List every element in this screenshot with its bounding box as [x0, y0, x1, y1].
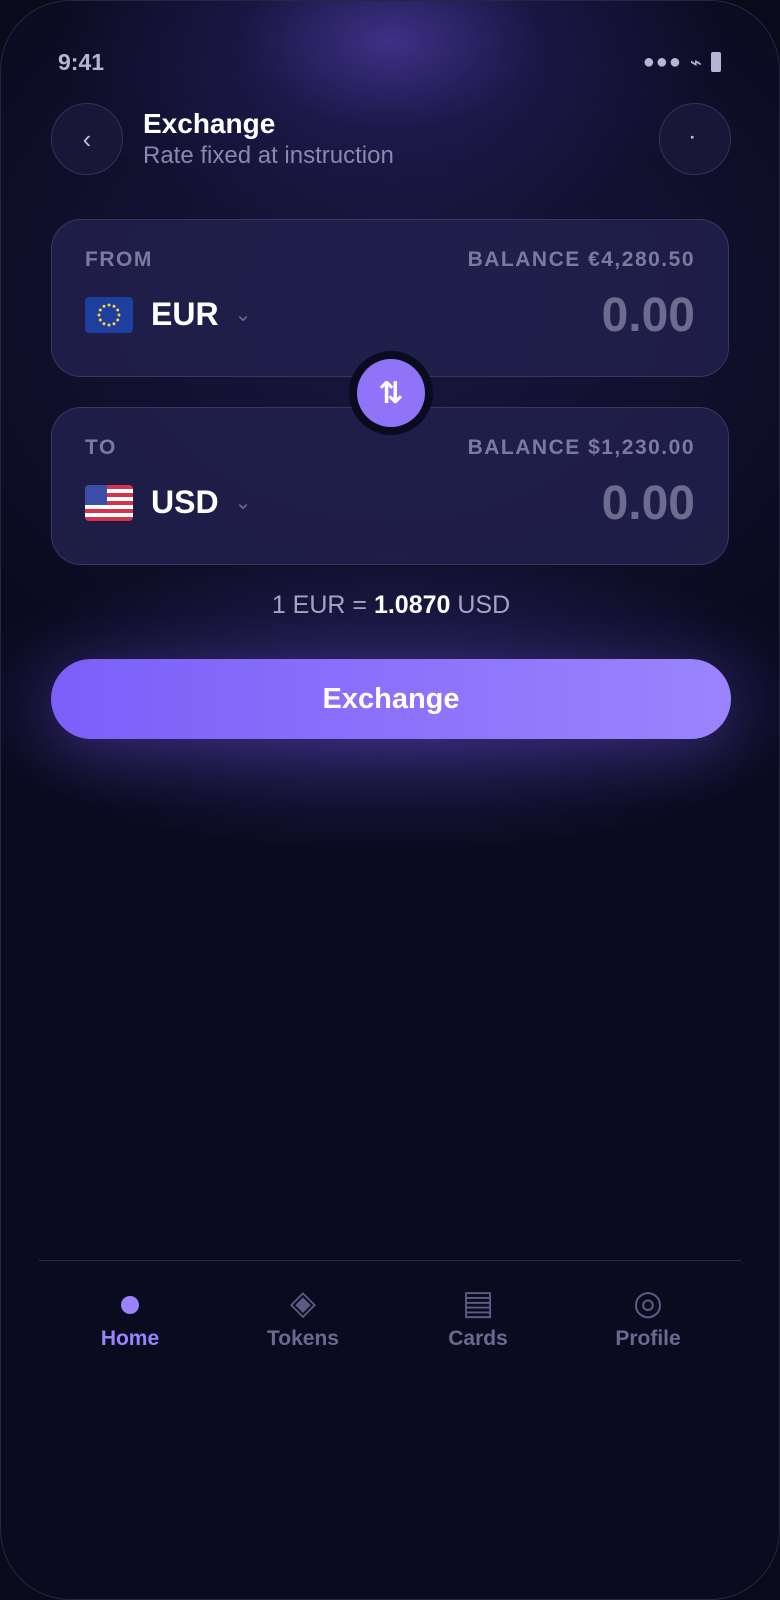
- phone-frame: 9:41 ●●● ⌁ ‹ Exchange Rate fixed at inst…: [0, 0, 780, 1600]
- from-label: FROM: [85, 248, 153, 271]
- tab-home-label: Home: [100, 1327, 160, 1350]
- page-title: Exchange: [143, 108, 276, 139]
- tab-bar: Home ◈ Tokens ▤ Cards ◎ Profile: [1, 1281, 779, 1361]
- rate-prefix: 1 EUR =: [271, 591, 367, 619]
- tab-profile[interactable]: ◎ Profile: [568, 1281, 728, 1351]
- card-icon: ▤: [461, 1284, 495, 1322]
- to-currency-selector[interactable]: USD ⌄: [85, 484, 251, 521]
- swap-currencies-button[interactable]: ⇅: [349, 351, 433, 435]
- to-currency-code: USD: [151, 484, 219, 520]
- wifi-icon: ⌁: [689, 51, 703, 74]
- signal-icon: ●●●: [642, 50, 682, 73]
- to-amount-input[interactable]: 0.00: [602, 476, 695, 531]
- tab-tokens[interactable]: ◈ Tokens: [223, 1281, 383, 1351]
- status-time: 9:41: [58, 48, 105, 75]
- status-bar: 9:41 ●●● ⌁: [58, 45, 721, 79]
- battery-icon: [711, 52, 721, 72]
- from-balance: BALANCE €4,280.50: [467, 248, 695, 271]
- tab-home[interactable]: Home: [50, 1281, 210, 1351]
- tab-cards[interactable]: ▤ Cards: [398, 1281, 558, 1351]
- swap-vertical-icon: ⇅: [357, 359, 425, 427]
- dot-icon: [50, 1281, 210, 1325]
- tab-tokens-label: Tokens: [267, 1327, 339, 1350]
- status-icons: ●●● ⌁: [643, 50, 721, 75]
- menu-button[interactable]: ⠂: [659, 103, 731, 175]
- from-currency-selector[interactable]: EUR ⌄: [85, 296, 251, 333]
- header-titles: Exchange Rate fixed at instruction: [143, 107, 394, 171]
- back-button[interactable]: ‹: [51, 103, 123, 175]
- page-subtitle: Rate fixed at instruction: [143, 142, 394, 169]
- diamond-icon: ◈: [289, 1284, 317, 1322]
- rate-suffix: USD: [457, 591, 511, 619]
- rate-value: 1.0870: [373, 591, 451, 619]
- eu-flag-icon: [85, 296, 133, 333]
- profile-icon: ◎: [633, 1284, 663, 1322]
- to-label: TO: [85, 436, 117, 459]
- chevron-left-icon: ‹: [82, 123, 92, 154]
- tab-bar-divider: [39, 1260, 741, 1261]
- chevron-down-icon: ⌄: [234, 492, 252, 514]
- from-amount-input[interactable]: 0.00: [602, 288, 695, 343]
- tab-profile-label: Profile: [615, 1327, 681, 1350]
- tab-cards-label: Cards: [448, 1327, 508, 1350]
- to-balance: BALANCE $1,230.00: [467, 436, 695, 459]
- from-currency-code: EUR: [151, 296, 219, 332]
- us-flag-icon: [85, 484, 133, 521]
- exchange-rate: 1 EUR = 1.0870 USD: [1, 591, 779, 620]
- exchange-button[interactable]: Exchange: [51, 659, 731, 739]
- menu-icon: ⠂: [688, 128, 702, 149]
- chevron-down-icon: ⌄: [234, 304, 252, 326]
